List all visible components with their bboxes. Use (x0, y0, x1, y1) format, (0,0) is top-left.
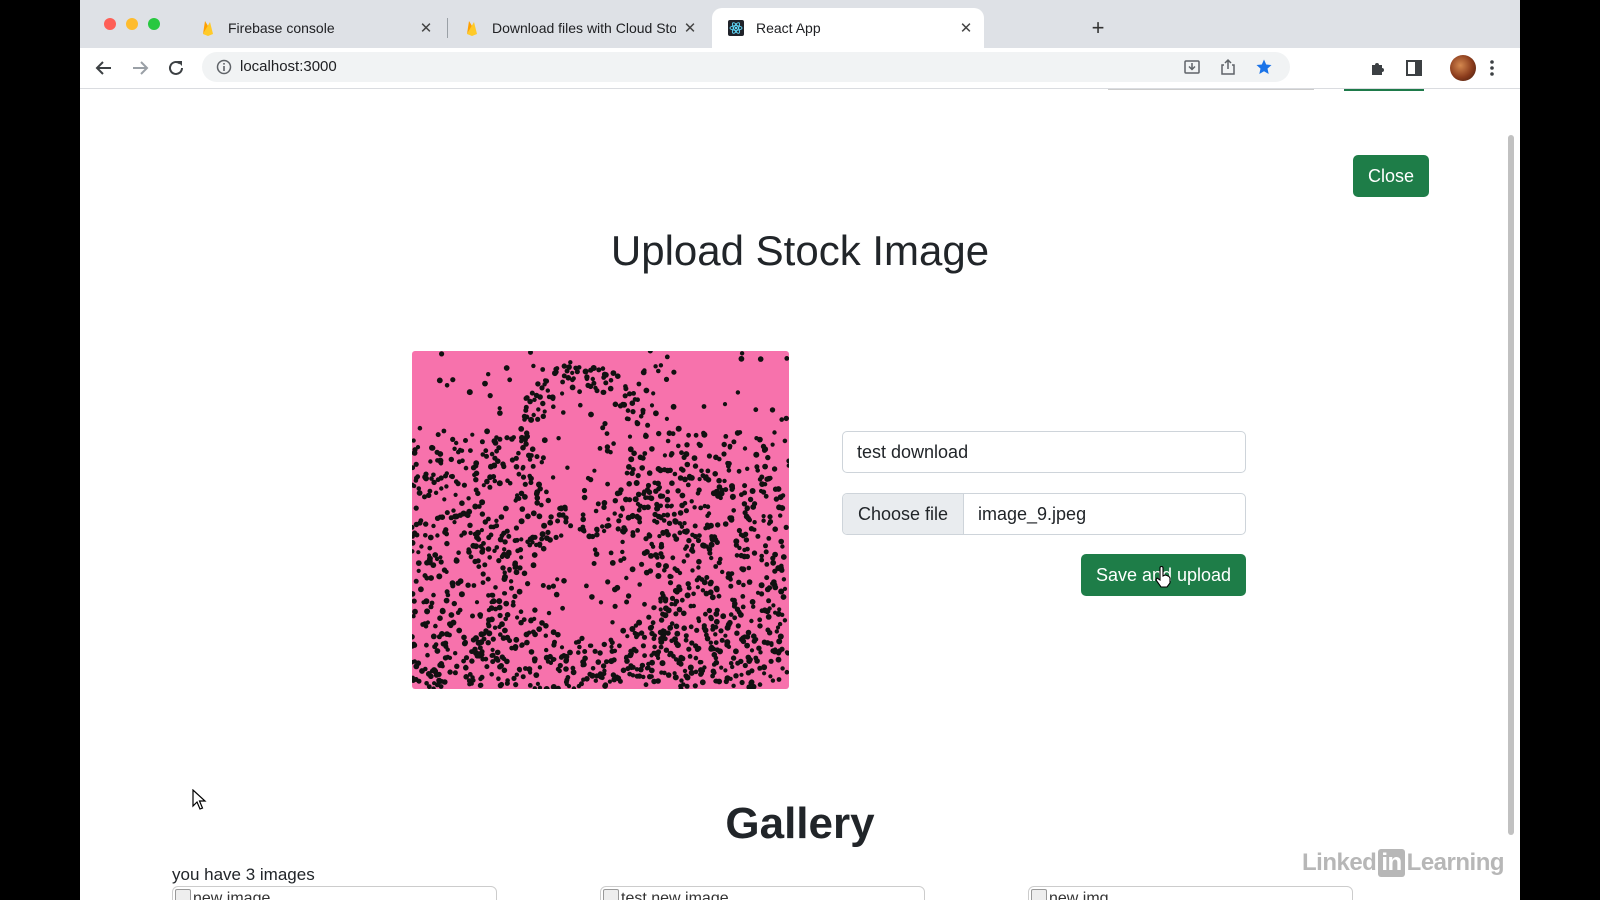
gallery-card[interactable]: new img (1028, 886, 1353, 900)
kebab-menu-icon[interactable] (1480, 56, 1504, 80)
mouse-pointer-icon (192, 789, 207, 810)
url-text: localhost:3000 (240, 58, 337, 75)
stippled-portrait-image (412, 351, 789, 689)
close-button[interactable]: Close (1353, 155, 1429, 197)
broken-image-icon (1031, 889, 1047, 900)
extensions-puzzle-icon[interactable] (1366, 56, 1390, 80)
address-bar[interactable]: localhost:3000 (202, 52, 1290, 82)
tab-strip: Firebase console ✕ Download files with C… (80, 0, 1520, 48)
watermark-right: Learning (1406, 849, 1505, 876)
arrow-right-icon (133, 61, 149, 75)
minimize-window-button[interactable] (126, 18, 138, 30)
image-alt-text: new img (1049, 890, 1109, 900)
image-name-input[interactable] (842, 431, 1246, 473)
browser-toolbar: localhost:3000 (80, 48, 1520, 89)
tab-title: Download files with Cloud Stor (492, 20, 676, 36)
tab-title: Firebase console (228, 20, 335, 36)
image-alt-text: test new image (621, 890, 729, 900)
page-content: Close Upload Stock Image Choose file ima… (80, 89, 1520, 900)
tab-react-app[interactable]: React App ✕ (712, 8, 984, 48)
share-icon[interactable] (1218, 57, 1238, 77)
linkedin-learning-watermark: Linked in Learning (1302, 849, 1505, 877)
divider (1108, 89, 1314, 90)
maximize-window-button[interactable] (148, 18, 160, 30)
image-preview (412, 351, 789, 689)
bookmark-star-icon[interactable] (1254, 57, 1274, 77)
watermark-left: Linked (1302, 849, 1377, 876)
close-icon[interactable]: ✕ (958, 20, 974, 37)
firebase-icon (467, 21, 477, 36)
firebase-icon (203, 21, 213, 36)
tab-title: React App (756, 20, 821, 36)
reload-icon (169, 60, 183, 75)
close-icon[interactable]: ✕ (418, 20, 434, 37)
hand-pointer-icon (1155, 566, 1171, 588)
image-alt-text: new image (193, 890, 271, 900)
side-panel-icon[interactable] (1402, 56, 1426, 80)
reload-button[interactable] (164, 56, 188, 80)
gallery-card[interactable]: new image (172, 886, 497, 900)
close-window-button[interactable] (104, 18, 116, 30)
scrollbar[interactable] (1508, 135, 1514, 835)
broken-image-icon (175, 889, 191, 900)
back-button[interactable] (92, 56, 116, 80)
image-count-text: you have 3 images (172, 865, 315, 884)
gallery-card[interactable]: test new image (600, 886, 925, 900)
tab-download-files[interactable]: Download files with Cloud Stor ✕ (448, 8, 708, 48)
divider (1344, 89, 1424, 91)
info-icon[interactable] (216, 59, 232, 75)
browser-window: Firebase console ✕ Download files with C… (80, 0, 1520, 900)
choose-file-button[interactable]: Choose file (843, 494, 964, 534)
react-icon (728, 20, 744, 36)
install-icon[interactable] (1182, 57, 1202, 77)
watermark-badge: in (1378, 849, 1405, 877)
selected-file-name: image_9.jpeg (978, 503, 1087, 524)
forward-button[interactable] (128, 56, 152, 80)
upload-title: Upload Stock Image (610, 227, 990, 274)
tab-firebase-console[interactable]: Firebase console ✕ (184, 8, 444, 48)
close-icon[interactable]: ✕ (682, 20, 698, 37)
new-tab-button[interactable]: + (1086, 15, 1110, 40)
profile-avatar[interactable] (1450, 55, 1476, 81)
gallery-title: Gallery (725, 799, 875, 848)
arrow-left-icon (95, 61, 111, 75)
broken-image-icon (603, 889, 619, 900)
file-input[interactable]: Choose file image_9.jpeg (842, 493, 1246, 535)
